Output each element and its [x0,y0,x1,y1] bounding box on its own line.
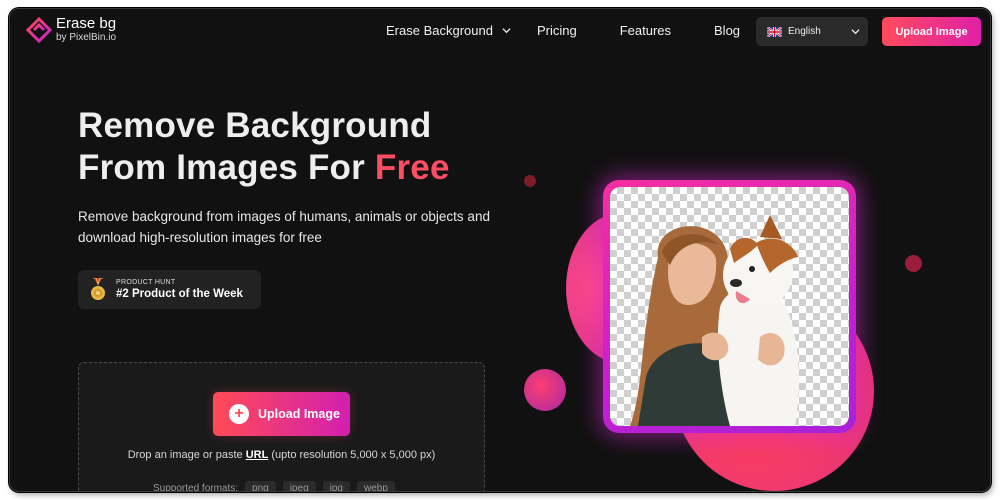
header-upload-button[interactable]: Upload Image [882,17,981,46]
nav-features[interactable]: Features [620,23,671,38]
hero-title-highlight: Free [374,148,450,187]
plus-icon: + [229,404,249,424]
chevron-down-icon [502,28,511,34]
language-selector[interactable]: English [756,17,868,46]
hero-title-line2: From Images For [78,148,375,187]
nav-pricing[interactable]: Pricing [537,23,577,38]
dropzone-hint-prefix: Drop an image or paste [127,449,246,461]
nav-erase-background-label: Erase Background [386,23,493,38]
erase-bg-logo-icon [26,17,52,43]
formats-label: Supported formats: [153,483,239,492]
chevron-down-icon [851,29,860,35]
main-nav: Erase Background Pricing Features Blog [386,23,740,38]
badge-title: #2 Product of the Week [116,288,243,300]
decorative-dot [524,175,536,187]
paste-url-link[interactable]: URL [246,449,269,461]
dropzone-hint-suffix: (upto resolution 5,000 x 5,000 px) [268,449,436,461]
hero-title-line1: Remove Background [78,106,432,145]
brand-subtitle: by PixelBin.io [56,32,117,43]
brand-title: Erase bg [56,15,117,32]
format-chip: png [245,481,276,491]
language-label: English [788,26,821,37]
browser-frame: Erase bg by PixelBin.io Erase Background… [9,8,991,492]
nav-erase-background[interactable]: Erase Background [386,23,511,38]
format-chip: jpg [322,481,350,491]
format-chip: jpeg [282,481,316,491]
badge-kicker: PRODUCT HUNT [116,279,176,286]
decorative-circle [524,369,566,411]
upload-dropzone[interactable]: + Upload Image Drop an image or paste UR… [78,362,485,492]
dropzone-hint: Drop an image or paste URL (upto resolut… [79,449,484,461]
nav-blog[interactable]: Blog [714,23,740,38]
product-hunt-badge[interactable]: PRODUCT HUNT #2 Product of the Week [78,270,261,309]
woman-with-dog-illustration [630,215,799,426]
hero-subtitle: Remove background from images of humans,… [78,209,490,245]
upload-image-button[interactable]: + Upload Image [213,392,350,436]
hero-title: Remove Background From Images For Free [78,105,450,189]
supported-formats: Supported formats: png jpeg jpg webp [153,481,395,492]
demo-image-frame [603,180,856,433]
decorative-dot [905,255,922,272]
demo-image-transparent-background [610,187,849,426]
upload-image-label: Upload Image [258,407,340,421]
uk-flag-icon [767,26,782,37]
format-chip: webp [357,481,395,491]
brand-logo[interactable]: Erase bg by PixelBin.io [26,16,116,44]
medal-icon [91,277,105,300]
